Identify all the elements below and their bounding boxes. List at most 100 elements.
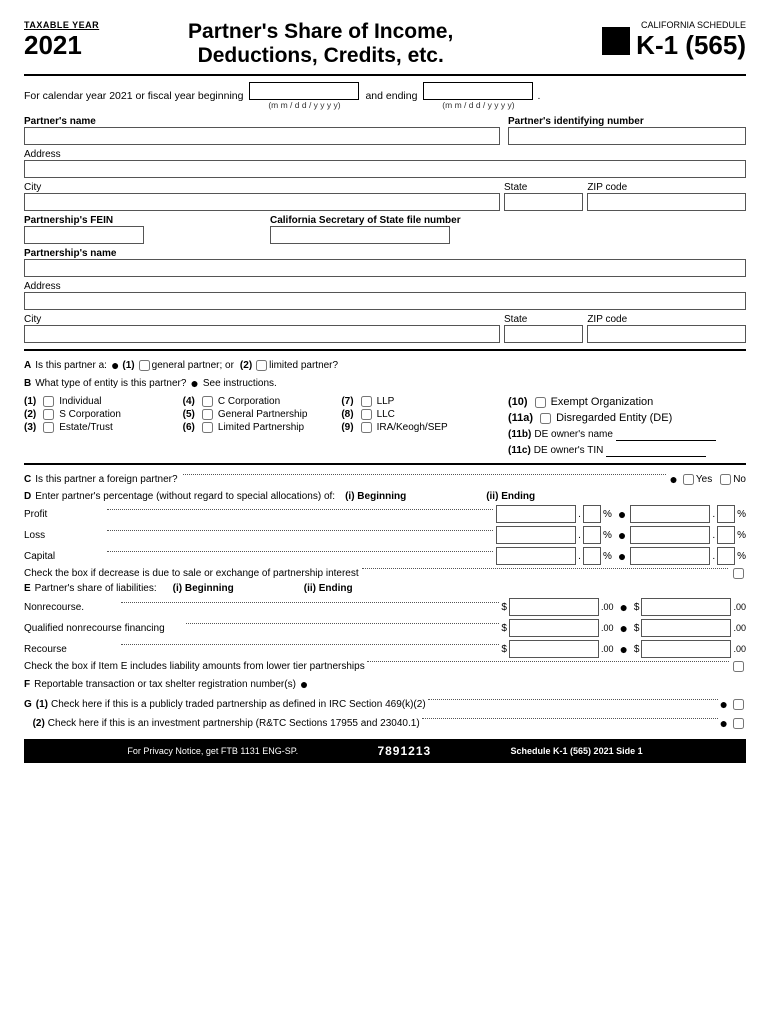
fein-input[interactable] [24,226,144,244]
qualified-beginning-input[interactable] [509,619,599,637]
partnership-zip-label: ZIP code [587,314,746,325]
capital-ending-decimal[interactable] [717,547,735,565]
partnership-city-input[interactable] [24,325,500,343]
profit-ending-decimal[interactable] [717,505,735,523]
section-g2-text: Check here if this is an investment part… [48,718,420,729]
partner-address-input[interactable] [24,160,746,178]
fiscal-year-beginning-input[interactable] [249,82,359,100]
capital-beginning-decimal[interactable] [583,547,601,565]
entity-5-num: (5) [183,409,195,420]
section-g: G (1) Check here if this is a publicly t… [24,696,746,731]
entity-llc-checkbox[interactable] [361,409,372,420]
ca-sec-input[interactable] [270,226,450,244]
nonrecourse-ending-input[interactable] [641,598,731,616]
partner-id-col: Partner's identifying number [508,116,746,145]
entity-llp-checkbox[interactable] [361,396,372,407]
section-d: D Enter partner's percentage (without re… [24,491,746,579]
entity-col-right: (10) Exempt Organization (11a) Disregard… [500,395,746,457]
fein-col: Partnership's FEIN [24,215,262,244]
entity-11a-num: (11a) [508,412,533,424]
qualified-dollar2: $ [634,623,640,634]
section-d-ending-header: (ii) Ending [486,491,535,502]
yes-label: Yes [696,474,712,485]
partner-name-input[interactable] [24,127,500,145]
entity-limited-partnership: (6) Limited Partnership [183,421,342,434]
foreign-partner-no-checkbox[interactable] [720,474,731,485]
loss-ending-decimal[interactable] [717,526,735,544]
entity-4-label: C Corporation [218,396,280,407]
partnership-zip-input[interactable] [587,325,746,343]
entity-exempt-org-checkbox[interactable] [535,397,546,408]
entity-11c-label: DE owner's TIN [534,445,604,456]
entity-individual-checkbox[interactable] [43,396,54,407]
date-format1: (m m / d d / y y y y) [268,100,340,110]
section-e-check-checkbox[interactable] [733,661,744,672]
capital-ending-input[interactable] [630,547,710,565]
entity-estate-trust-checkbox[interactable] [43,422,54,433]
partner-address-row: Address [24,149,746,178]
recourse-dollar1: $ [501,644,507,655]
partner-id-label: Partner's identifying number [508,116,746,127]
entity-gen-part-checkbox[interactable] [202,409,213,420]
entity-9-num: (9) [341,422,353,433]
section-a-label: A [24,360,31,371]
loss-ending-group: . % [630,526,746,544]
partner-name-col: Partner's name [24,116,500,145]
partnership-address-row: Address [24,281,746,310]
capital-beginning-input[interactable] [496,547,576,565]
section-d-label: D [24,491,31,502]
loss-label: Loss [24,530,104,541]
de-owner-name-field[interactable] [616,427,716,441]
section-b-see-inst: See instructions. [203,378,277,389]
nonrecourse-beginning-input[interactable] [509,598,599,616]
entity-general-partnership: (5) General Partnership [183,408,342,421]
partnership-address-input[interactable] [24,292,746,310]
loss-beginning-decimal[interactable] [583,526,601,544]
partnership-name-input[interactable] [24,259,746,277]
footer-privacy: For Privacy Notice, get FTB 1131 ENG-SP. [127,746,298,756]
profit-row: Profit . % ● . % [24,505,746,523]
fiscal-year-ending-input[interactable] [423,82,533,100]
foreign-partner-yes-checkbox[interactable] [683,474,694,485]
loss-beginning-input[interactable] [496,526,576,544]
entity-lim-part-checkbox[interactable] [202,422,213,433]
profit-beginning-input[interactable] [496,505,576,523]
and-ending-label: and ending [365,90,417,102]
section-e-check-row: Check the box if Item E includes liabili… [24,661,746,672]
section-d-check-checkbox[interactable] [733,568,744,579]
partner-zip-input[interactable] [587,193,746,211]
ca-sec-col: California Secretary of State file numbe… [270,215,746,244]
profit-beginning-decimal[interactable] [583,505,601,523]
limited-partner-checkbox[interactable] [256,360,267,371]
recourse-beginning-input[interactable] [509,640,599,658]
entity-8-label: LLC [377,409,395,420]
profit-ending-input[interactable] [630,505,710,523]
general-partner-checkbox[interactable] [139,360,150,371]
section-g2-checkbox[interactable] [733,718,744,729]
entity-7-num: (7) [341,396,353,407]
entity-c-corporation: (4) C Corporation [183,395,342,408]
de-owner-tin-field[interactable] [606,443,706,457]
entity-ira-checkbox[interactable] [361,422,372,433]
partner-id-input[interactable] [508,127,746,145]
recourse-row: Recourse $ .00 ● $ .00 [24,640,746,658]
entity-ira: (9) IRA/Keogh/SEP [341,421,500,434]
partnership-state-input[interactable] [504,325,583,343]
loss-ending-input[interactable] [630,526,710,544]
entity-c-corp-checkbox[interactable] [202,396,213,407]
profit-beginning-group: . % ● [496,505,630,523]
footer-black-box-right [722,742,740,760]
partner-state-input[interactable] [504,193,583,211]
recourse-ending-input[interactable] [641,640,731,658]
partnership-city-state-row: City State ZIP code [24,314,746,343]
section-g-label: G [24,699,32,710]
section-g1-checkbox[interactable] [733,699,744,710]
entity-s-corp-checkbox[interactable] [43,409,54,420]
partner-zip-col: ZIP code [587,182,746,211]
qualified-ending-input[interactable] [641,619,731,637]
entity-de-checkbox[interactable] [540,413,551,424]
partner-city-input[interactable] [24,193,500,211]
section-g2-num: (2) [33,718,45,729]
capital-dots [107,551,493,552]
partner-city-label: City [24,182,500,193]
